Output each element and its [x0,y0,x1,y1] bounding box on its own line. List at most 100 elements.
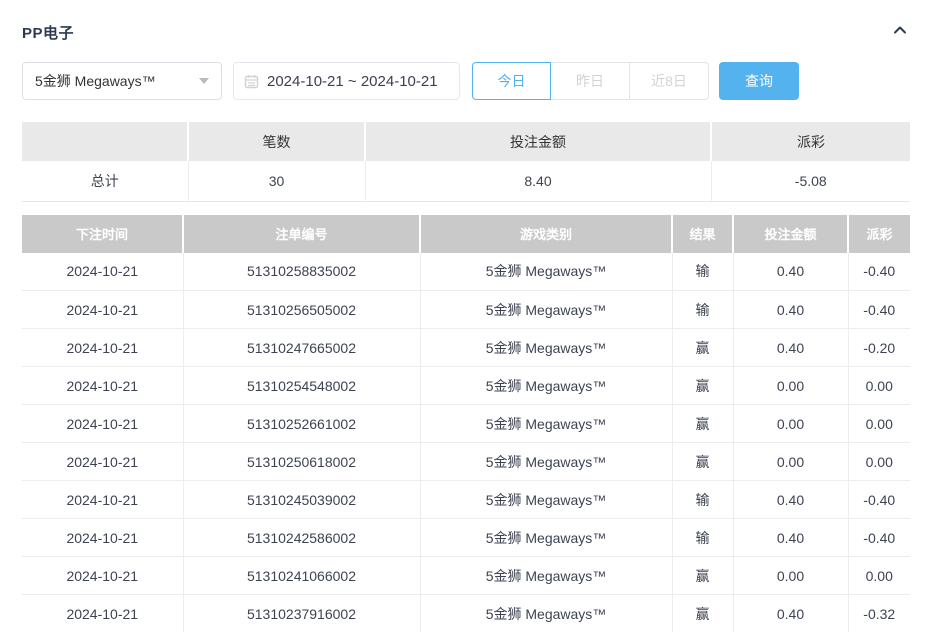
payout-value: -0.20 [848,329,910,367]
payout-value: -0.40 [848,291,910,329]
bet-amount: 0.00 [733,557,848,595]
result-value: 赢 [672,595,733,632]
game-type: 5金狮 Megaways™ [420,367,672,405]
table-row: 2024-10-21 51310241066002 5金狮 Megaways™ … [22,557,910,595]
bet-amount: 0.40 [733,595,848,632]
summary-total-label: 总计 [22,161,188,201]
payout-value: -5.08 [711,161,910,201]
game-select-value: 5金狮 Megaways™ [35,71,156,91]
pp-electronic-panel: PP电子 5金狮 Megaways™ 2024-10-21 ~ 2024-10-… [0,0,932,632]
bet-time: 2024-10-21 [22,519,183,557]
caret-down-icon [199,78,209,84]
payout-value: 0.00 [848,443,910,481]
result-value: 赢 [672,329,733,367]
table-row: 2024-10-21 51310256505002 5金狮 Megaways™ … [22,291,910,329]
result-value: 赢 [672,443,733,481]
game-type: 5金狮 Megaways™ [420,557,672,595]
bet-amount: 0.40 [733,329,848,367]
table-row: 2024-10-21 51310252661002 5金狮 Megaways™ … [22,405,910,443]
bet-time: 2024-10-21 [22,405,183,443]
bet-amount: 0.40 [733,481,848,519]
table-row: 2024-10-21 51310245039002 5金狮 Megaways™ … [22,481,910,519]
bet-time: 2024-10-21 [22,367,183,405]
table-row: 2024-10-21 51310250618002 5金狮 Megaways™ … [22,443,910,481]
summary-col-count: 笔数 [188,122,365,161]
game-type: 5金狮 Megaways™ [420,405,672,443]
summary-total-row: 总计 30 8.40 -5.08 [22,161,910,201]
col-header-payout: 派彩 [848,215,910,253]
table-row: 2024-10-21 51310254548002 5金狮 Megaways™ … [22,367,910,405]
bet-time: 2024-10-21 [22,595,183,632]
table-row: 2024-10-21 51310258835002 5金狮 Megaways™ … [22,253,910,291]
summary-total-count: 30 [188,161,365,201]
col-header-bet-time: 下注时间 [22,215,183,253]
game-type: 5金狮 Megaways™ [420,443,672,481]
col-header-result: 结果 [672,215,733,253]
game-type: 5金狮 Megaways™ [420,519,672,557]
order-id: 51310241066002 [183,557,420,595]
game-type: 5金狮 Megaways™ [420,329,672,367]
order-id: 51310242586002 [183,519,420,557]
payout-value: -0.40 [848,481,910,519]
game-select[interactable]: 5金狮 Megaways™ [22,62,222,100]
quick-date-button-group: 今日 昨日 近8日 [472,62,709,100]
payout-value: 0.00 [848,367,910,405]
summary-col-bet-amount: 投注金额 [365,122,711,161]
bet-time: 2024-10-21 [22,253,183,291]
payout-value: -0.32 [848,595,910,632]
game-type: 5金狮 Megaways™ [420,595,672,632]
filter-bar: 5金狮 Megaways™ 2024-10-21 ~ 2024-10-21 今日… [22,62,910,100]
summary-table: 笔数 投注金额 派彩 总计 30 8.40 -5.08 [22,122,910,202]
summary-header-row: 笔数 投注金额 派彩 [22,122,910,161]
bets-table: 下注时间 注单编号 游戏类别 结果 投注金额 派彩 2024-10-21 513… [22,215,910,632]
bet-amount: 0.00 [733,443,848,481]
order-id: 51310245039002 [183,481,420,519]
bet-amount: 0.40 [733,291,848,329]
payout-value: 0.00 [848,557,910,595]
panel-header: PP电子 [22,0,910,44]
table-row: 2024-10-21 51310237916002 5金狮 Megaways™ … [22,595,910,632]
game-type: 5金狮 Megaways™ [420,291,672,329]
result-value: 输 [672,519,733,557]
bet-amount: 0.40 [733,519,848,557]
bet-time: 2024-10-21 [22,443,183,481]
result-value: 赢 [672,557,733,595]
collapse-toggle[interactable] [890,20,910,45]
bet-amount: 0.00 [733,405,848,443]
table-row: 2024-10-21 51310242586002 5金狮 Megaways™ … [22,519,910,557]
order-id: 51310250618002 [183,443,420,481]
search-button[interactable]: 查询 [719,62,799,100]
order-id: 51310254548002 [183,367,420,405]
order-id: 51310247665002 [183,329,420,367]
page-title: PP电子 [22,22,74,43]
result-value: 赢 [672,367,733,405]
bet-time: 2024-10-21 [22,291,183,329]
summary-total-bet: 8.40 [365,161,711,201]
quick-button-yesterday[interactable]: 昨日 [551,62,630,100]
payout-value: 0.00 [848,405,910,443]
result-value: 输 [672,481,733,519]
date-range-picker[interactable]: 2024-10-21 ~ 2024-10-21 [233,62,460,100]
order-id: 51310237916002 [183,595,420,632]
result-value: 输 [672,291,733,329]
game-type: 5金狮 Megaways™ [420,253,672,291]
result-value: 输 [672,253,733,291]
order-id: 51310258835002 [183,253,420,291]
order-id: 51310256505002 [183,291,420,329]
order-id: 51310252661002 [183,405,420,443]
bets-header-row: 下注时间 注单编号 游戏类别 结果 投注金额 派彩 [22,215,910,253]
calendar-icon [244,74,259,89]
table-row: 2024-10-21 51310247665002 5金狮 Megaways™ … [22,329,910,367]
chevron-up-icon [892,22,908,43]
bet-amount: 0.00 [733,367,848,405]
col-header-order-id: 注单编号 [183,215,420,253]
col-header-bet-amount: 投注金额 [733,215,848,253]
quick-button-last8days[interactable]: 近8日 [630,62,709,100]
date-range-value: 2024-10-21 ~ 2024-10-21 [267,73,438,90]
game-type: 5金狮 Megaways™ [420,481,672,519]
quick-button-today[interactable]: 今日 [472,62,551,100]
col-header-game-type: 游戏类别 [420,215,672,253]
payout-value: -0.40 [848,519,910,557]
bet-time: 2024-10-21 [22,329,183,367]
bet-time: 2024-10-21 [22,557,183,595]
